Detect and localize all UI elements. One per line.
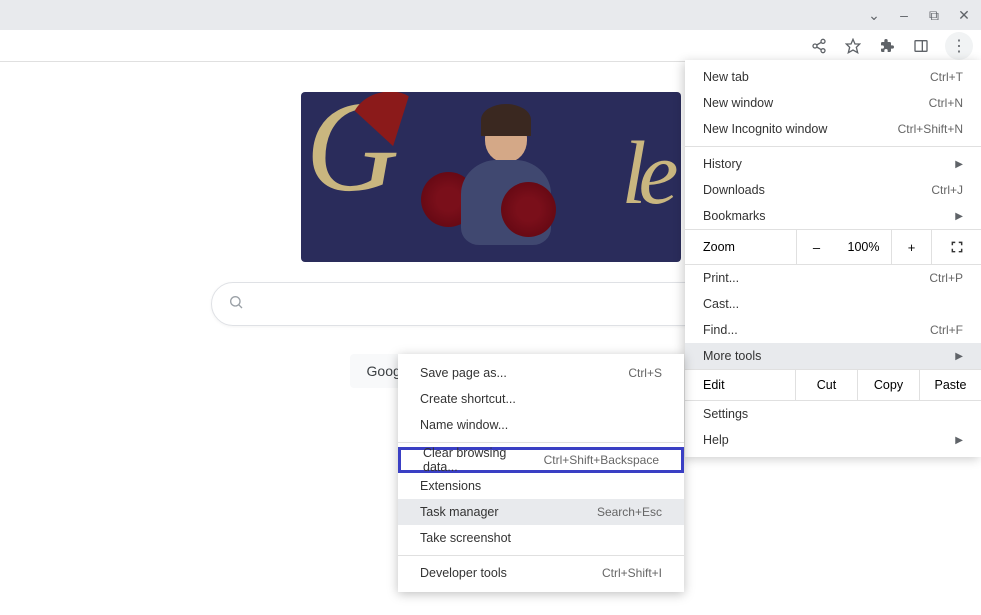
side-panel-icon[interactable] [911,36,931,56]
menu-downloads[interactable]: DownloadsCtrl+J [685,177,981,203]
submenu-name-window[interactable]: Name window... [398,412,684,438]
zoom-in-button[interactable]: + [891,230,931,264]
menu-settings[interactable]: Settings [685,401,981,427]
window-titlebar: ⌄ – ⧉ ✕ [0,0,981,30]
chrome-main-menu: New tabCtrl+T New windowCtrl+N New Incog… [685,60,981,457]
browser-toolbar: ⋮ [0,30,981,62]
menu-new-window[interactable]: New windowCtrl+N [685,90,981,116]
menu-zoom-row: Zoom – 100% + [685,229,981,265]
menu-edit-row: Edit Cut Copy Paste [685,369,981,401]
more-tools-submenu: Save page as...Ctrl+S Create shortcut...… [398,354,684,592]
menu-bookmarks[interactable]: Bookmarks▶ [685,203,981,229]
menu-help[interactable]: Help▶ [685,427,981,453]
edit-cut[interactable]: Cut [795,370,857,400]
menu-cast[interactable]: Cast... [685,291,981,317]
singer-illustration [441,102,571,257]
google-doodle[interactable]: G le [301,92,681,262]
chrome-menu-button[interactable]: ⋮ [945,32,973,60]
edit-paste[interactable]: Paste [919,370,981,400]
submenu-extensions[interactable]: Extensions [398,473,684,499]
chevron-down-icon[interactable]: ⌄ [865,6,883,24]
extensions-icon[interactable] [877,36,897,56]
maximize-button[interactable]: ⧉ [925,6,943,24]
search-icon [228,294,244,315]
menu-print[interactable]: Print...Ctrl+P [685,265,981,291]
menu-history[interactable]: History▶ [685,151,981,177]
bookmark-star-icon[interactable] [843,36,863,56]
minimize-button[interactable]: – [895,6,913,24]
share-icon[interactable] [809,36,829,56]
submenu-take-screenshot[interactable]: Take screenshot [398,525,684,551]
menu-more-tools[interactable]: More tools▶ [685,343,981,369]
submenu-developer-tools[interactable]: Developer toolsCtrl+Shift+I [398,560,684,586]
submenu-save-page[interactable]: Save page as...Ctrl+S [398,360,684,386]
menu-find[interactable]: Find...Ctrl+F [685,317,981,343]
submenu-clear-browsing-data[interactable]: Clear browsing data...Ctrl+Shift+Backspa… [398,447,684,473]
zoom-value: 100% [836,240,891,254]
submenu-task-manager[interactable]: Task managerSearch+Esc [398,499,684,525]
edit-copy[interactable]: Copy [857,370,919,400]
menu-new-tab[interactable]: New tabCtrl+T [685,64,981,90]
zoom-out-button[interactable]: – [796,230,836,264]
search-input[interactable] [256,295,736,313]
fullscreen-button[interactable] [931,230,981,264]
close-window-button[interactable]: ✕ [955,6,973,24]
menu-incognito[interactable]: New Incognito windowCtrl+Shift+N [685,116,981,142]
submenu-create-shortcut[interactable]: Create shortcut... [398,386,684,412]
